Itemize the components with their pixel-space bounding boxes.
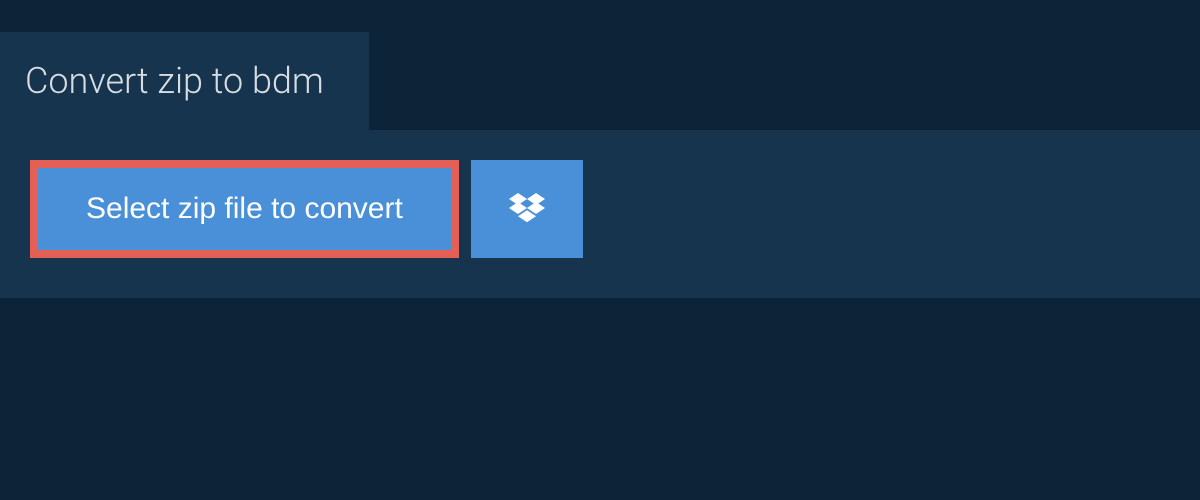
main-panel: Select zip file to convert: [0, 130, 1200, 298]
dropbox-icon: [509, 190, 545, 229]
dropbox-button[interactable]: [471, 160, 583, 258]
button-row: Select zip file to convert: [30, 160, 1170, 258]
tab-header: Convert zip to bdm: [0, 32, 369, 130]
select-file-button[interactable]: Select zip file to convert: [30, 160, 459, 258]
select-file-label: Select zip file to convert: [86, 194, 403, 224]
page-title: Convert zip to bdm: [25, 60, 324, 102]
